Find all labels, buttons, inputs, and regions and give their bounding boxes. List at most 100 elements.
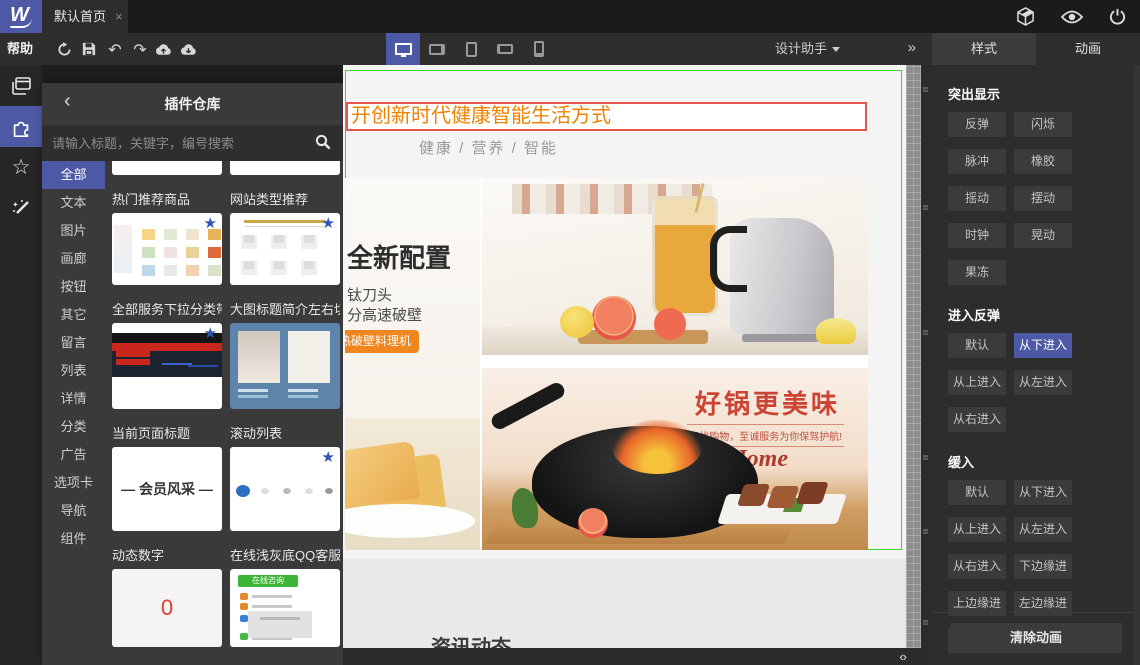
magic-wand-button[interactable] — [0, 188, 42, 229]
design-canvas[interactable]: 开创新时代健康智能生活方式 健康 / 营养 / 智能 全新配置 钛刀头 分高速破… — [343, 65, 906, 648]
device-phone-portrait-button[interactable] — [522, 33, 556, 65]
design-assistant-dropdown[interactable]: 设计助手 — [775, 33, 840, 65]
tab-style[interactable]: 样式 — [932, 33, 1036, 65]
news-section[interactable]: 资讯动态 — [343, 559, 906, 648]
app-logo[interactable]: W — [0, 0, 42, 33]
clear-animation-button[interactable]: 清除动画 — [950, 623, 1122, 653]
category-item[interactable]: 按钮 — [42, 273, 105, 301]
components-cube-icon[interactable] — [1016, 7, 1035, 26]
canvas-title-block[interactable]: 开创新时代健康智能生活方式 — [346, 102, 867, 131]
plugin-item-thumbnail[interactable]: ★ — [230, 447, 340, 531]
section-marker-icon[interactable]: ≣ — [922, 453, 931, 462]
animation-option-button[interactable]: 从下进入 — [1014, 333, 1072, 358]
animation-option-button[interactable]: 摆动 — [1014, 186, 1072, 211]
device-desktop-button[interactable] — [386, 33, 420, 65]
animation-option-button[interactable]: 从上进入 — [948, 517, 1006, 542]
animation-option-button[interactable]: 反弹 — [948, 112, 1006, 137]
banner-cta-button[interactable]: 热破壁料理机 — [345, 330, 419, 353]
wok-banner-image[interactable]: 好锅更美味 无忧购物，至诚服务为你保驾护航! Warm Home — [482, 368, 868, 550]
collapse-chevron-button[interactable]: » — [908, 33, 916, 65]
lemon-decor — [560, 306, 594, 338]
plugin-item-thumbnail[interactable]: — 会员风采 — — [112, 447, 222, 531]
code-view-icon[interactable]: ‹› — [899, 648, 907, 665]
cloud-download-icon[interactable] — [176, 33, 200, 65]
favorite-star-icon[interactable]: ★ — [204, 214, 217, 232]
search-icon[interactable] — [315, 134, 331, 155]
plugin-item-thumb-cut[interactable] — [230, 161, 340, 175]
plugin-item-thumbnail[interactable]: ★ — [230, 213, 340, 285]
save-icon[interactable] — [77, 33, 101, 65]
animation-option-button[interactable]: 时钟 — [948, 223, 1006, 248]
tab-animation[interactable]: 动画 — [1036, 33, 1140, 65]
plugins-button[interactable] — [0, 106, 42, 147]
category-item[interactable]: 图片 — [42, 217, 105, 245]
canvas-scrollbar[interactable] — [906, 65, 921, 648]
device-tablet-portrait-button[interactable] — [454, 33, 488, 65]
cloud-upload-icon[interactable] — [151, 33, 175, 65]
animation-option-button[interactable]: 下边缘进 — [1014, 554, 1072, 579]
category-item[interactable]: 全部 — [42, 161, 105, 189]
animation-option-button[interactable]: 果冻 — [948, 260, 1006, 285]
favorite-star-icon[interactable]: ★ — [204, 324, 217, 342]
tab-close-icon[interactable]: × — [115, 9, 123, 24]
favorite-star-icon[interactable]: ★ — [322, 448, 335, 466]
help-button[interactable]: 帮助 — [7, 33, 33, 65]
category-item[interactable]: 广告 — [42, 441, 105, 469]
animation-option-button[interactable]: 从右进入 — [948, 554, 1006, 579]
category-item[interactable]: 选项卡 — [42, 469, 105, 497]
wok-headline: 好锅更美味 — [694, 389, 840, 419]
banner-line1: 钛刀头 — [347, 287, 393, 304]
favorites-button[interactable]: ☆ — [0, 147, 42, 188]
animation-option-button[interactable]: 从左进入 — [1014, 370, 1072, 395]
device-phone-landscape-button[interactable] — [488, 33, 522, 65]
category-item[interactable]: 导航 — [42, 497, 105, 525]
animation-option-button[interactable]: 橡胶 — [1014, 149, 1072, 174]
favorite-star-icon[interactable]: ★ — [322, 214, 335, 232]
plugin-item-thumbnail[interactable] — [230, 323, 340, 409]
plugin-item-thumbnail[interactable]: 0 — [112, 569, 222, 647]
plugin-item-thumbnail[interactable]: ★ — [112, 323, 222, 409]
animation-option-button[interactable]: 脉冲 — [948, 149, 1006, 174]
category-item[interactable]: 画廊 — [42, 245, 105, 273]
banner-block[interactable]: 全新配置 钛刀头 分高速破壁 热破壁料理机 好锅更美味 无忧购物，至诚服务为你保… — [345, 178, 868, 550]
power-icon[interactable] — [1109, 8, 1126, 25]
plugin-item-thumbnail[interactable]: ★ — [112, 213, 222, 285]
category-item[interactable]: 组件 — [42, 525, 105, 553]
kettle-banner-image[interactable] — [482, 178, 868, 355]
category-item[interactable]: 文本 — [42, 189, 105, 217]
banner-left-panel[interactable]: 全新配置 钛刀头 分高速破壁 热破壁料理机 — [345, 178, 480, 550]
animation-option-button[interactable]: 摇动 — [948, 186, 1006, 211]
category-item[interactable]: 其它 — [42, 301, 105, 329]
animation-option-button[interactable]: 从右进入 — [948, 407, 1006, 432]
animation-option-button[interactable]: 从下进入 — [1014, 480, 1072, 505]
back-icon[interactable]: ‹ — [64, 90, 71, 113]
section-marker-icon[interactable]: ≣ — [922, 328, 931, 337]
page-tab[interactable]: 默认首页 × — [42, 0, 128, 33]
section-marker-icon[interactable]: ≣ — [922, 527, 931, 536]
redo-icon[interactable]: ↷ — [128, 33, 152, 65]
animation-option-button[interactable]: 晃动 — [1014, 223, 1072, 248]
category-item[interactable]: 分类 — [42, 413, 105, 441]
device-tablet-landscape-button[interactable] — [420, 33, 454, 65]
animation-option-button[interactable]: 从左进入 — [1014, 517, 1072, 542]
category-item[interactable]: 详情 — [42, 385, 105, 413]
category-item[interactable]: 列表 — [42, 357, 105, 385]
pages-button[interactable] — [0, 65, 42, 106]
animation-option-button[interactable]: 从上进入 — [948, 370, 1006, 395]
refresh-icon[interactable] — [52, 33, 76, 65]
section-marker-icon[interactable]: ≣ — [922, 85, 931, 94]
undo-icon[interactable]: ↶ — [103, 33, 127, 65]
animation-option-button[interactable]: 闪烁 — [1014, 112, 1072, 137]
category-item[interactable]: 留言 — [42, 329, 105, 357]
plugin-item-label: 全部服务下拉分类带... — [112, 303, 222, 316]
plugin-item-thumbnail[interactable]: 在线咨询 — [230, 569, 340, 647]
plugin-search-input[interactable] — [42, 125, 343, 161]
canvas-subtitle[interactable]: 健康 / 营养 / 智能 — [419, 137, 558, 158]
panel-scrollbar[interactable] — [1134, 65, 1140, 665]
animation-option-button[interactable]: 默认 — [948, 333, 1006, 358]
section-marker-icon[interactable]: ≣ — [922, 203, 931, 212]
section-marker-icon[interactable]: ≣ — [922, 618, 931, 627]
animation-option-button[interactable]: 默认 — [948, 480, 1006, 505]
preview-eye-icon[interactable] — [1061, 10, 1083, 24]
plugin-item-thumb-cut[interactable] — [112, 161, 222, 175]
